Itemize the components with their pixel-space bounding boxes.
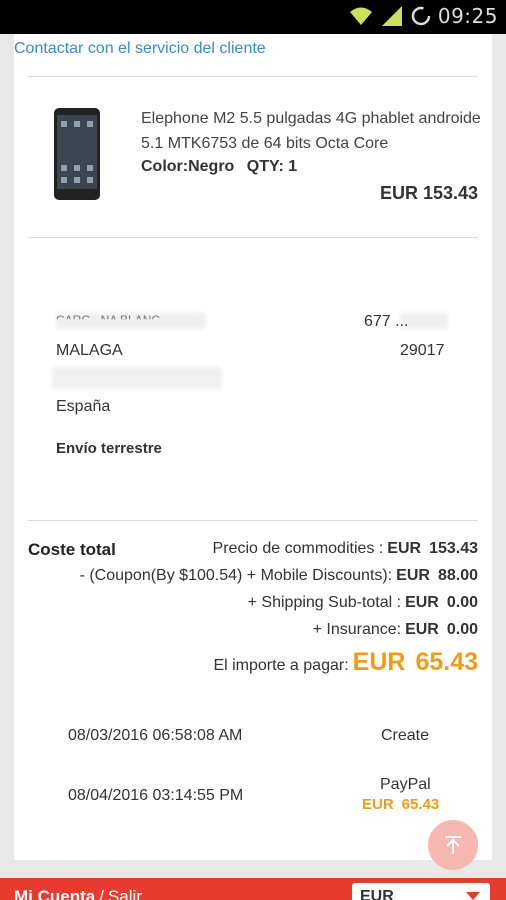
payable-label: El importe a pagar:	[213, 657, 349, 674]
commodities-price-row: Precio de commodities : EUR 153.43	[213, 540, 478, 558]
row-label: Precio de commodities :	[212, 540, 384, 557]
my-account-link[interactable]: Mi Cuenta	[14, 887, 95, 900]
row-currency: EUR	[405, 594, 439, 611]
divider	[28, 237, 478, 238]
log-date: 08/03/2016 06:58:08 AM	[68, 727, 243, 744]
wifi-icon	[349, 7, 372, 25]
row-label: - (Coupon(By $100.54) + Mobile Discounts…	[79, 567, 393, 584]
product-price: EUR 153.43	[379, 183, 478, 203]
logout-link[interactable]: Salir	[108, 887, 142, 900]
payable-amount: 65.43	[415, 648, 478, 676]
address-country: España	[56, 398, 111, 415]
address-postal-code: 29017	[400, 342, 445, 359]
recipient-phone: 677 ...	[364, 313, 409, 330]
account-links: Mi Cuenta / Salir	[14, 887, 142, 900]
log-status: PayPal	[380, 776, 431, 793]
divider	[28, 520, 478, 521]
product-title[interactable]: Elephone M2 5.5 pulgadas 4G phablet andr…	[141, 106, 481, 156]
amount-payable-row: El importe a pagar: EUR 65.43	[213, 648, 478, 677]
status-bar: 09:25	[0, 0, 506, 34]
sync-icon	[411, 6, 431, 26]
contact-customer-service-link[interactable]: Contactar con el servicio del cliente	[14, 40, 266, 58]
status-icons: 09:25	[348, 4, 498, 28]
product-attributes: Color:Negro QTY: 1	[141, 158, 305, 176]
discount-row: - (Coupon(By $100.54) + Mobile Discounts…	[80, 567, 478, 585]
bottom-bar: Mi Cuenta / Salir EUR	[0, 878, 506, 900]
log-amount: EUR 65.43	[362, 796, 439, 813]
signal-icon	[381, 6, 402, 26]
currency-select[interactable]: EUR	[352, 883, 490, 900]
back-to-top-icon	[445, 836, 461, 854]
log-amount-currency: EUR	[362, 796, 394, 813]
row-value: 153.43	[429, 540, 478, 557]
currency-selected-value: EUR	[360, 888, 394, 900]
shipping-subtotal-row: + Shipping Sub-total : EUR 0.00	[248, 594, 478, 612]
row-currency: EUR	[387, 540, 422, 557]
divider	[28, 76, 478, 77]
insurance-row: + Insurance: EUR 0.00	[313, 621, 478, 639]
row-label: + Insurance:	[312, 621, 402, 638]
product-image[interactable]	[53, 107, 101, 201]
log-status: Create	[381, 727, 430, 744]
chevron-down-icon	[466, 892, 480, 900]
address-city: MALAGA	[56, 342, 123, 359]
product-color: Color:Negro	[141, 158, 235, 175]
log-amount-value: 65.43	[401, 796, 440, 813]
row-currency: EUR	[396, 567, 430, 584]
separator: /	[99, 887, 104, 900]
shipping-method: Envío terrestre	[56, 440, 162, 457]
product-qty: QTY: 1	[246, 158, 298, 175]
total-cost-label: Coste total	[28, 540, 116, 559]
payable-currency: EUR	[352, 648, 406, 676]
log-date: 08/04/2016 03:14:55 PM	[68, 787, 244, 804]
status-time: 09:25	[437, 4, 498, 28]
row-currency: EUR	[405, 621, 439, 638]
row-label: + Shipping Sub-total :	[247, 594, 402, 611]
row-value: 0.00	[446, 594, 478, 611]
back-to-top-button[interactable]	[428, 820, 478, 870]
row-value: 0.00	[446, 621, 478, 638]
row-value: 88.00	[437, 567, 478, 584]
redaction-blur	[52, 367, 222, 389]
